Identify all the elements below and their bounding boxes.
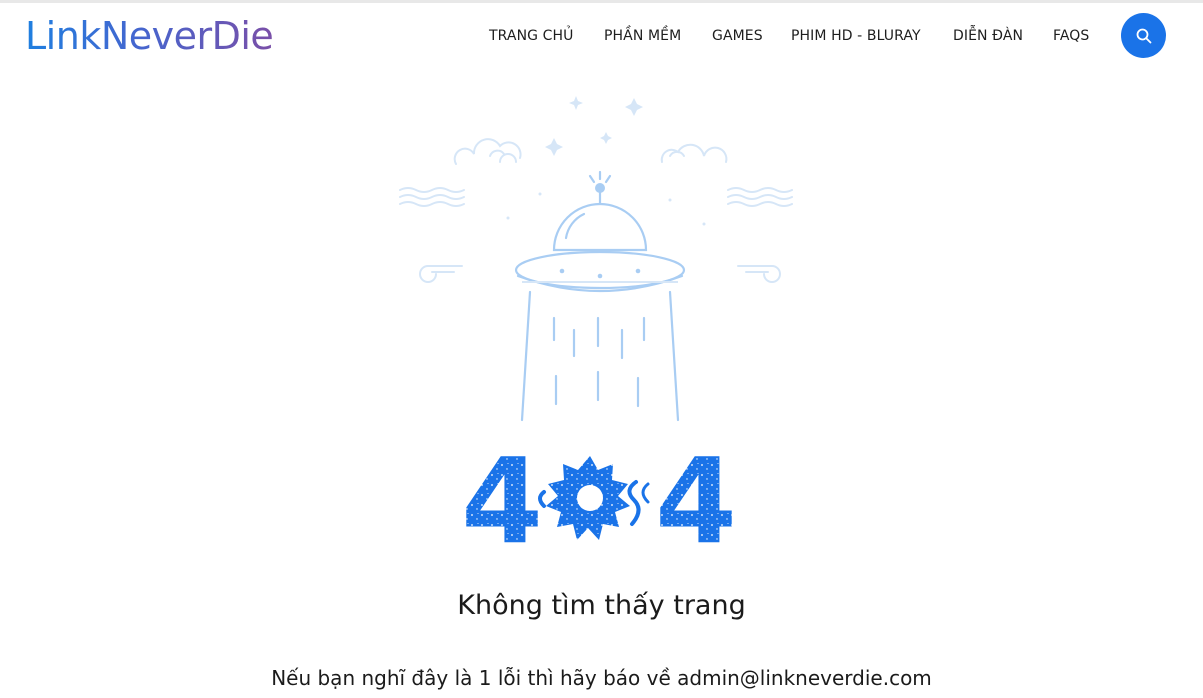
nav-item-software[interactable]: PHẦN MỀM (604, 26, 681, 46)
error-message: Nếu bạn nghĩ đây là 1 lỗi thì hãy báo về… (271, 666, 932, 690)
nav-item-games[interactable]: GAMES (712, 26, 763, 46)
wind-lines-decoration (399, 187, 793, 283)
nav-item-faqs[interactable]: FAQS (1053, 26, 1089, 46)
nav-item-movies[interactable]: PHIM HD - BLURAY (791, 26, 921, 46)
nav-item-forum[interactable]: DIỄN ĐÀN (953, 26, 1023, 46)
sparkles-decoration (506, 96, 706, 226)
ufo-ship (514, 170, 686, 422)
antenna-light (595, 183, 605, 193)
search-button[interactable] (1121, 13, 1166, 58)
top-border (0, 0, 1203, 3)
digit-four-right: 4 (655, 432, 737, 554)
ufo-illustration (399, 96, 793, 422)
digit-four-left: 4 (461, 432, 543, 554)
site-logo[interactable]: LinkNeverDie (25, 13, 274, 59)
search-icon (1136, 28, 1151, 43)
error-title: Không tìm thấy trang (457, 590, 746, 621)
error-code-404: 4 4 (461, 432, 737, 554)
clouds-decoration (453, 138, 728, 165)
digit-zero-creature (538, 456, 650, 540)
nav-item-home[interactable]: TRANG CHỦ (489, 26, 574, 46)
